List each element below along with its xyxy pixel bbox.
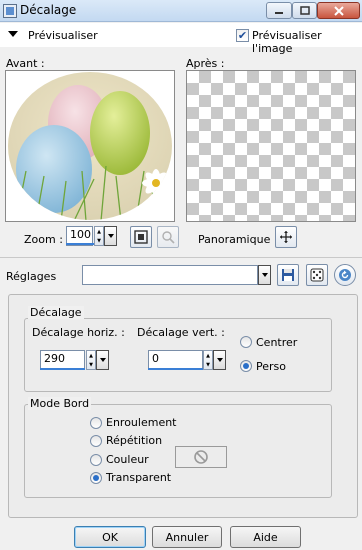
zoom-stepper[interactable]: ▲ ▼ [94, 226, 104, 246]
maximize-icon [299, 6, 310, 15]
zoom-dropdown-button[interactable] [104, 226, 117, 246]
close-icon [333, 5, 344, 16]
reset-button[interactable] [334, 264, 356, 286]
after-label: Après : [186, 57, 225, 70]
minimize-button[interactable] [266, 2, 292, 19]
edge-mode-title: Mode Bord [28, 397, 92, 410]
after-preview[interactable] [186, 70, 356, 222]
horizontal-offset-slider[interactable] [40, 368, 85, 370]
center-radio[interactable] [240, 336, 252, 348]
zoom-actual-button[interactable] [157, 226, 179, 248]
repeat-radio[interactable] [90, 435, 102, 447]
zoom-actual-icon [162, 231, 175, 244]
pan-crosshair-icon [280, 231, 292, 243]
chevron-down-icon [99, 358, 106, 362]
transparent-radio[interactable] [90, 472, 102, 484]
ok-button[interactable]: OK [74, 526, 146, 548]
wrap-radio[interactable] [90, 417, 102, 429]
preview-toggle-label[interactable]: Prévisualiser [28, 29, 98, 42]
vertical-offset-input[interactable]: 0 [148, 350, 203, 370]
presets-dropdown-button[interactable] [258, 265, 271, 285]
custom-label[interactable]: Perso [256, 360, 286, 373]
zoom-slider-bar[interactable] [66, 243, 96, 245]
horizontal-offset-input[interactable]: 290 [40, 350, 85, 370]
fit-window-button[interactable] [130, 226, 152, 248]
dice-icon [310, 268, 324, 282]
presets-select[interactable] [82, 265, 258, 285]
vertical-offset-slider[interactable] [148, 368, 205, 370]
fit-window-icon [134, 230, 148, 244]
chevron-down-icon [261, 273, 268, 277]
transparent-label[interactable]: Transparent [106, 471, 171, 484]
vertical-offset-label: Décalage vert. : [137, 326, 225, 339]
color-label[interactable]: Couleur [106, 453, 149, 466]
horizontal-offset-dropdown[interactable] [96, 350, 109, 370]
repeat-label[interactable]: Répétition [106, 434, 162, 447]
stepper-up-icon[interactable]: ▲ [204, 351, 212, 360]
stepper-down-icon[interactable]: ▼ [204, 360, 212, 369]
collapse-triangle-icon[interactable] [8, 31, 18, 37]
custom-radio[interactable] [240, 360, 252, 372]
pan-label: Panoramique : [198, 233, 278, 246]
chevron-down-icon [216, 358, 223, 362]
presets-label: Réglages [6, 270, 57, 283]
easter-eggs-image [6, 71, 174, 221]
color-radio[interactable] [90, 454, 102, 466]
vertical-offset-dropdown[interactable] [213, 350, 226, 370]
preview-image-label: Prévisualiser l'image [252, 29, 322, 55]
color-swatch[interactable] [175, 446, 227, 468]
random-button[interactable] [306, 264, 328, 286]
help-button[interactable]: Aide [230, 526, 301, 548]
stepper-up-icon[interactable]: ▲ [95, 227, 103, 236]
horizontal-offset-stepper[interactable]: ▲ ▼ [86, 350, 96, 370]
close-button[interactable] [317, 2, 360, 19]
cancel-button[interactable]: Annuler [152, 526, 222, 548]
wrap-label[interactable]: Enroulement [106, 416, 177, 429]
minimize-icon [275, 11, 283, 14]
reset-arrow-icon [339, 269, 351, 281]
maximize-button[interactable] [292, 2, 317, 19]
window-title: Décalage [20, 3, 77, 17]
stepper-down-icon[interactable]: ▼ [95, 236, 103, 245]
preview-image-checkbox[interactable]: ✔ [236, 29, 249, 42]
no-color-icon [194, 450, 208, 464]
stepper-down-icon[interactable]: ▼ [87, 360, 95, 369]
center-label[interactable]: Centrer [256, 336, 297, 349]
save-disk-icon [282, 269, 294, 281]
pan-button[interactable] [275, 226, 297, 248]
save-preset-button[interactable] [277, 264, 299, 286]
stepper-up-icon[interactable]: ▲ [87, 351, 95, 360]
before-preview[interactable] [5, 70, 175, 222]
chevron-down-icon [107, 234, 114, 238]
separator [0, 257, 362, 258]
horizontal-offset-label: Décalage horiz. : [32, 326, 125, 339]
before-label: Avant : [6, 57, 45, 70]
offset-app-icon [3, 4, 17, 18]
vertical-offset-stepper[interactable]: ▲ ▼ [203, 350, 213, 370]
zoom-label: Zoom : [24, 233, 63, 246]
offset-group-title: Décalage [28, 306, 84, 319]
